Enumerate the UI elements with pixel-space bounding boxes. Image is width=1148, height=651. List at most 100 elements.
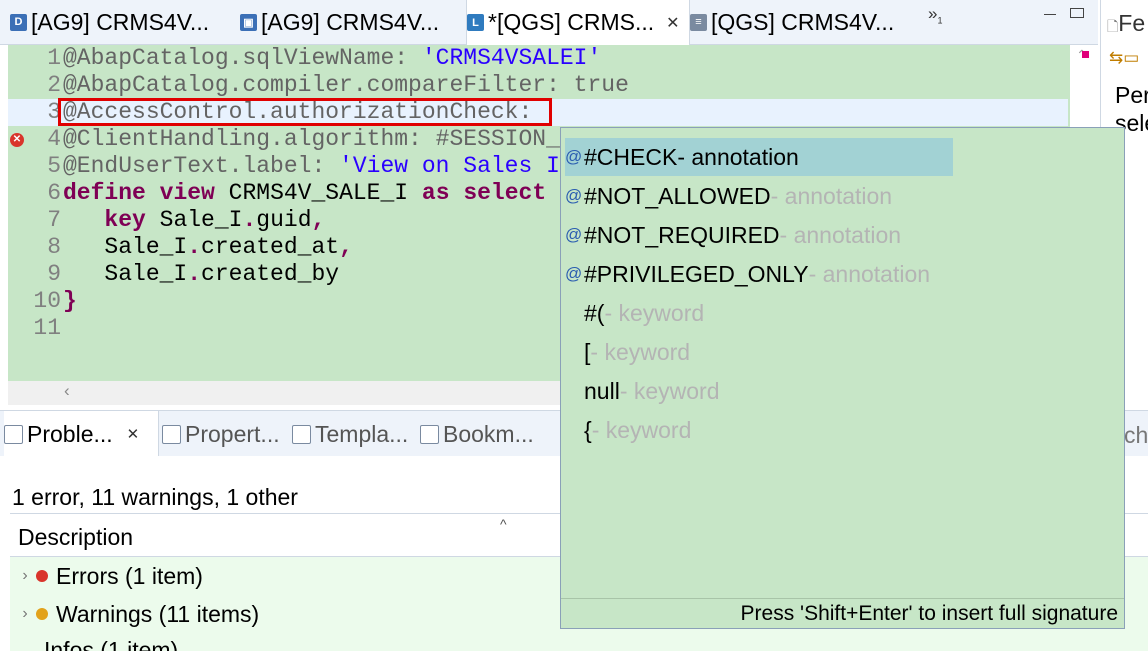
- tree-row-infos[interactable]: Infos (1 item): [10, 631, 1148, 651]
- proposal-item[interactable]: @null - keyword: [565, 372, 953, 410]
- code-token: ,: [339, 234, 353, 260]
- annotation-icon: @: [565, 186, 583, 205]
- code-token: 'View on Sales I: [339, 153, 560, 179]
- code-line[interactable]: @EndUserText.label: 'View on Sales I: [63, 153, 560, 180]
- proposal-item[interactable]: @ #NOT_ALLOWED - annotation: [565, 177, 953, 215]
- ddl-file-icon: ≡: [690, 13, 707, 31]
- view-tab[interactable]: Templa...: [292, 411, 416, 457]
- code-line[interactable]: define view CRMS4V_SALE_I as select: [63, 180, 546, 207]
- line-number: 5: [47, 153, 61, 179]
- line-number: 11: [33, 315, 61, 341]
- editor-tab[interactable]: L *[QGS] CRMS... ✕: [466, 0, 690, 45]
- code-token: }: [63, 288, 77, 314]
- code-token: ,: [311, 207, 326, 233]
- link-editor-icon[interactable]: ⇆▭: [1109, 48, 1139, 68]
- tab-label: [AG9] CRMS4V...: [31, 8, 210, 35]
- line-number: 2: [47, 72, 61, 98]
- view-tab[interactable]: Propert...: [162, 411, 288, 457]
- close-icon[interactable]: ✕: [127, 425, 140, 443]
- view-tab-fragment[interactable]: ch: [1124, 422, 1148, 449]
- code-token: @AbapCatalog.compiler.compareFilter: tru…: [63, 72, 629, 98]
- code-line[interactable]: key Sale_I.guid,: [63, 207, 325, 234]
- proposal-item[interactable]: @ #PRIVILEGED_ONLY - annotation: [565, 255, 953, 293]
- proposal-item[interactable]: @{ - keyword: [565, 411, 953, 449]
- proposal-item[interactable]: @#( - keyword: [565, 294, 953, 332]
- close-icon[interactable]: ✕: [666, 13, 679, 33]
- document-icon: 🗋: [1107, 18, 1119, 34]
- annotation-icon: @: [565, 264, 583, 283]
- proposal-description: - annotation: [808, 260, 931, 287]
- tree-row-label: Errors (1 item): [56, 562, 203, 589]
- editor-tab[interactable]: ▣ [AG9] CRMS4V...: [240, 0, 462, 44]
- editor-tab[interactable]: D [AG9] CRMS4V...: [10, 0, 236, 44]
- line-number: 10: [33, 288, 61, 314]
- sort-ascending-icon: ^: [500, 516, 507, 532]
- expand-chevron-icon[interactable]: ›: [14, 567, 36, 585]
- code-line[interactable]: @ClientHandling.algorithm: #SESSION_: [63, 126, 560, 153]
- code-line[interactable]: @AbapCatalog.compiler.compareFilter: tru…: [63, 72, 629, 99]
- code-token: 'CRMS4VSALEI': [421, 45, 602, 71]
- severity-icon: [36, 570, 48, 582]
- proposal-description: - annotation: [779, 221, 902, 248]
- code-line[interactable]: @AbapCatalog.sqlViewName: 'CRMS4VSALEI': [63, 45, 601, 72]
- annotation-icon: @: [565, 147, 583, 166]
- code-token: .: [187, 234, 202, 260]
- severity-icon: [36, 608, 48, 620]
- line-number-ruler: 1 2 3 4 5 6 7 8 9 10 11: [23, 45, 65, 381]
- maximize-icon[interactable]: [1070, 8, 1084, 18]
- expand-chevron-icon[interactable]: ›: [14, 605, 36, 623]
- code-token: define: [63, 180, 146, 206]
- error-marker-icon[interactable]: ✕: [10, 133, 24, 147]
- code-token: @AbapCatalog.sqlViewName:: [63, 45, 422, 71]
- tab-overflow-chevron[interactable]: »1: [928, 4, 942, 25]
- code-token: @EndUserText.label:: [63, 153, 340, 179]
- editor-tab[interactable]: ≡ [QGS] CRMS4V...: [690, 0, 912, 44]
- code-token: @ClientHandling.algorithm: #SESSION_: [63, 126, 560, 152]
- line-number: 1: [47, 45, 61, 71]
- view-tab-label: Bookm...: [443, 420, 534, 447]
- code-token: view: [159, 180, 215, 206]
- scroll-left-icon: ‹: [64, 381, 70, 400]
- error-overview-mark[interactable]: [1082, 51, 1089, 58]
- feature-explorer-tab[interactable]: 🗋Fe: [1107, 10, 1145, 40]
- code-line[interactable]: }: [63, 288, 77, 315]
- annotation-icon: @: [565, 342, 581, 362]
- code-token: key: [104, 207, 146, 233]
- code-token: guid: [256, 207, 312, 233]
- tree-row-label: Warnings (11 items): [56, 600, 260, 627]
- proposal-description: - keyword: [604, 299, 705, 326]
- annotation-icon: @: [565, 420, 581, 440]
- code-line[interactable]: Sale_I.created_at,: [63, 234, 353, 261]
- annotation-icon: @: [565, 225, 583, 244]
- content-assist-footer: Press 'Shift+Enter' to insert full signa…: [561, 598, 1124, 628]
- line-number: 7: [47, 207, 61, 233]
- editor-tab-bar: D [AG9] CRMS4V... ▣ [AG9] CRMS4V... L *[QGS] …: [0, 0, 1098, 45]
- annotation-icon: @: [565, 381, 581, 401]
- code-token: .: [242, 207, 257, 233]
- proposal-name: null: [584, 377, 620, 404]
- minimize-icon[interactable]: [1044, 14, 1056, 15]
- proposal-description: - keyword: [619, 377, 720, 404]
- proposal-item[interactable]: @ #NOT_REQUIRED - annotation: [565, 216, 953, 254]
- proposal-item[interactable]: @[ - keyword: [565, 333, 953, 371]
- ddic-icon: D: [10, 13, 27, 31]
- cds-view-icon: L: [467, 14, 484, 31]
- line-number: 6: [47, 180, 61, 206]
- proposal-item[interactable]: @ #CHECK - annotation: [565, 138, 953, 176]
- line-number: 8: [47, 234, 61, 260]
- proposal-name: {: [584, 416, 592, 443]
- code-token: created_at: [201, 234, 340, 260]
- view-tab-label: Proble...: [27, 420, 113, 447]
- line-number: 4: [47, 126, 61, 152]
- proposal-description: - annotation: [677, 143, 799, 170]
- code-line[interactable]: Sale_I.created_by: [63, 261, 339, 288]
- code-token: CRMS4V_SALE_I: [214, 180, 422, 206]
- view-icon: [4, 424, 23, 444]
- view-tab[interactable]: Bookm...: [420, 411, 548, 457]
- view-tab-label: Templa...: [315, 420, 409, 447]
- ddl-source-icon: ▣: [240, 13, 257, 31]
- view-tab[interactable]: Proble... ✕: [4, 411, 159, 457]
